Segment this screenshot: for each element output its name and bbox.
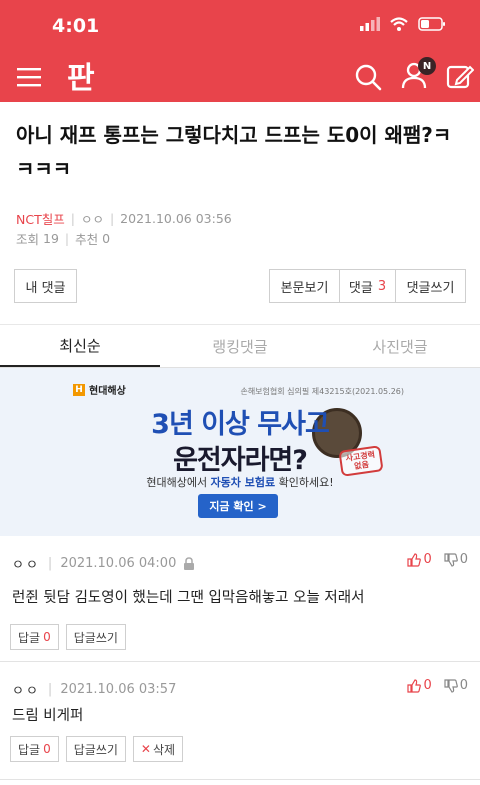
battery-icon	[418, 17, 445, 31]
replies-button[interactable]: 답글 0	[10, 736, 59, 762]
meta-divider: |	[109, 210, 115, 226]
post-author[interactable]: NCT칠프	[16, 209, 65, 228]
post-datetime: 2021.10.06 03:56	[120, 210, 232, 226]
like-button[interactable]: 0	[407, 678, 432, 693]
thumbs-up-icon	[407, 552, 422, 567]
thumbs-down-icon	[444, 678, 458, 693]
ad-sub-post: 확인하세요!	[275, 476, 334, 489]
pann-logo-mark: 판	[67, 61, 95, 96]
comment-datetime: 2021.10.06 04:00	[60, 556, 177, 571]
write-reply-button[interactable]: 답글쓰기	[65, 736, 126, 762]
ad-banner[interactable]: H 현대해상 손해보험협회 심의필 제43215호(2021.05.26) 3년…	[0, 368, 480, 536]
write-reply-label: 답글쓰기	[73, 630, 118, 645]
meta-divider: |	[64, 230, 70, 246]
ad-sub-pre: 현대해상에서	[146, 476, 211, 489]
comment-actions: 답글 0 답글쓰기	[10, 624, 126, 650]
search-icon[interactable]	[354, 63, 382, 91]
thumbs-up-icon	[407, 678, 422, 693]
comments-button[interactable]: 댓글 3	[339, 269, 396, 303]
meta-divider: |	[70, 210, 75, 226]
comment-actions: 답글 0 답글쓰기 ✕ 삭제	[10, 736, 184, 762]
comments-label: 댓글	[348, 280, 373, 296]
comment-author: ㅇㅇ	[12, 558, 40, 573]
like-button[interactable]: 0	[407, 552, 432, 567]
comment-item: ㅇㅇ | 2021.10.06 03:57 0 0 드림 비게퍼 답글 0 답글쓰…	[0, 662, 480, 780]
ad-subtext: 현대해상에서 자동차 보험료 확인하세요!	[0, 474, 480, 490]
dislike-button[interactable]: 0	[444, 552, 468, 567]
close-icon: ✕	[140, 742, 151, 756]
comment-sort-tabs: 최신순 랭킹댓글 사진댓글	[0, 325, 480, 368]
signal-icon	[360, 17, 380, 31]
meta-divider: |	[47, 556, 53, 571]
comment-author: ㅇㅇ	[12, 684, 40, 699]
thumbs-down-icon	[444, 552, 458, 567]
replies-label: 답글	[18, 630, 41, 645]
post-actions: 내 댓글 본문보기 댓글 3 댓글쓰기	[0, 269, 480, 305]
post-meta: NCT칠프 | ㅇㅇ | 2021.10.06 03:56 조회 19 | 추천…	[0, 208, 480, 248]
views-count: 19	[43, 230, 59, 246]
reply-count: 0	[43, 630, 51, 644]
comment-votes: 0 0	[407, 678, 468, 693]
user-menu[interactable]: N	[400, 57, 436, 93]
status-bar: 4:01	[0, 0, 480, 52]
tab-ranking[interactable]: 랭킹댓글	[160, 325, 320, 367]
like-count: 0	[423, 678, 432, 693]
dislike-button[interactable]: 0	[444, 678, 468, 693]
comment-votes: 0 0	[407, 552, 468, 567]
write-comment-label: 댓글쓰기	[406, 280, 455, 296]
ad-headline-1: 3년 이상 무사고	[151, 409, 330, 440]
write-icon[interactable]	[446, 63, 474, 91]
view-post-label: 본문보기	[280, 280, 329, 296]
meta-divider: |	[47, 682, 53, 697]
post-author-sub: ㅇㅇ	[80, 211, 104, 227]
likes-label: 추천	[75, 231, 99, 247]
status-time: 4:01	[52, 15, 100, 37]
svg-text:판: 판	[67, 61, 95, 94]
view-post-button[interactable]: 본문보기	[269, 269, 340, 303]
top-nav: 판 N	[0, 52, 480, 102]
replies-label: 답글	[18, 742, 41, 757]
delete-button[interactable]: ✕ 삭제	[132, 736, 184, 762]
comment-header: ㅇㅇ | 2021.10.06 03:57	[12, 680, 176, 699]
write-reply-button[interactable]: 답글쓰기	[65, 624, 126, 650]
ad-sub-highlight: 자동차 보험료	[210, 476, 276, 489]
like-count: 0	[423, 552, 432, 567]
ad-certification: 손해보험협회 심의필 제43215호(2021.05.26)	[240, 387, 404, 396]
comment-datetime: 2021.10.06 03:57	[60, 682, 177, 697]
pann-logo[interactable]: 판	[66, 58, 100, 98]
ad-cta-button[interactable]: 지금 확인 >	[198, 494, 278, 518]
dislike-count: 0	[459, 552, 468, 567]
my-comments-label: 내 댓글	[25, 280, 66, 296]
comment-text: 드림 비게퍼	[12, 708, 84, 724]
write-comment-button[interactable]: 댓글쓰기	[395, 269, 466, 303]
ad-brand: H 현대해상	[73, 382, 126, 397]
post-title: 아니 재프 통프는 그렇다치고 드프는 도0이 왜팸?ㅋㅋㅋㅋ	[16, 123, 452, 181]
ad-brand-name: 현대해상	[89, 386, 126, 397]
comment-item: ㅇㅇ | 2021.10.06 04:00 0 0 런쥔 뒷담 김도영이 했는데…	[0, 536, 480, 662]
write-reply-label: 답글쓰기	[73, 742, 118, 757]
hyundai-logo-icon: H	[73, 383, 85, 396]
menu-icon[interactable]	[16, 65, 42, 89]
comment-text: 런쥔 뒷담 김도영이 했는데 그땐 입막음해놓고 오늘 저래서	[12, 590, 365, 606]
status-icons	[360, 17, 446, 31]
replies-button[interactable]: 답글 0	[10, 624, 59, 650]
delete-label: 삭제	[152, 742, 176, 757]
wifi-icon	[390, 17, 408, 31]
nav-icons: N	[354, 57, 474, 93]
lock-icon	[184, 556, 195, 570]
ad-headline-2: 운전자라면?	[173, 445, 308, 476]
reply-count: 0	[43, 742, 51, 756]
views-label: 조회	[16, 231, 40, 247]
my-comments-button[interactable]: 내 댓글	[14, 269, 77, 303]
dislike-count: 0	[459, 678, 468, 693]
likes-count: 0	[102, 230, 111, 246]
notification-badge: N	[418, 57, 436, 75]
comment-count: 3	[377, 278, 387, 294]
comment-header: ㅇㅇ | 2021.10.06 04:00	[12, 554, 196, 573]
tab-latest[interactable]: 최신순	[0, 325, 160, 367]
tab-photo[interactable]: 사진댓글	[320, 325, 480, 367]
